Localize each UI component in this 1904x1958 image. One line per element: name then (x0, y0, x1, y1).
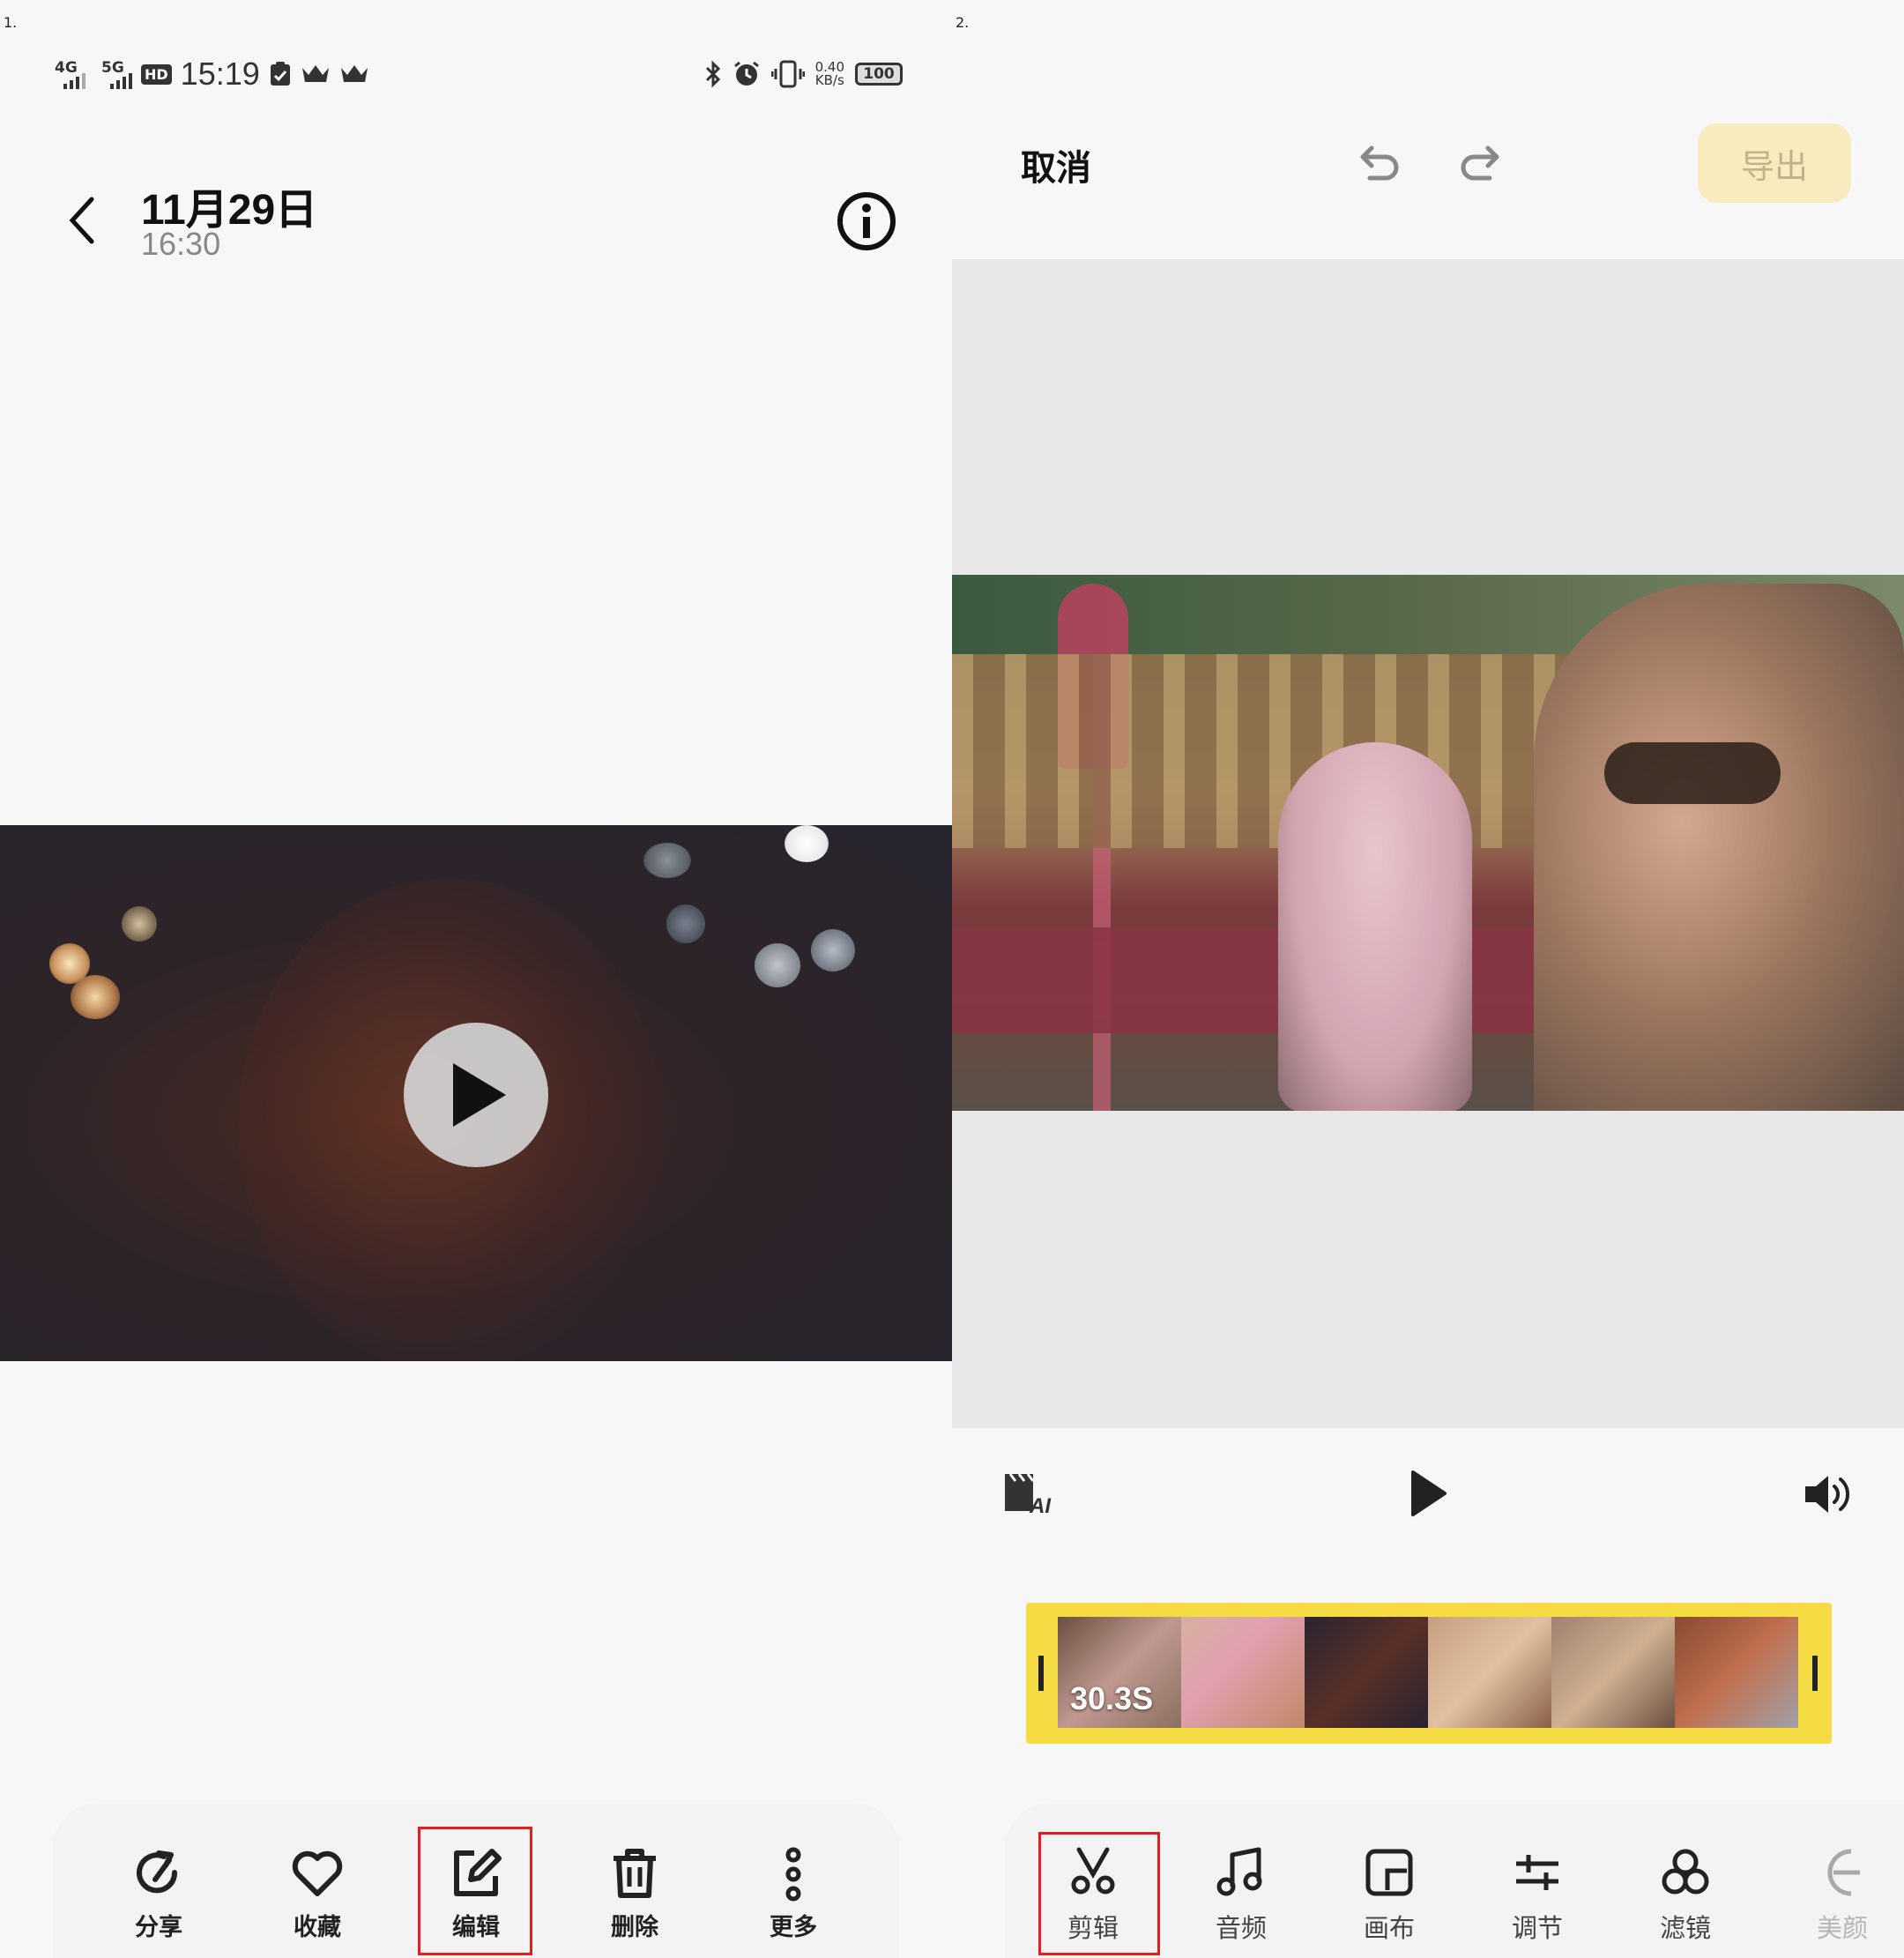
tool-adjust[interactable]: 调节 (1484, 1846, 1590, 1958)
bokeh-light (755, 943, 800, 987)
share-icon (137, 1850, 178, 1894)
redo-button[interactable] (1458, 138, 1507, 187)
tool-label: 调节 (1511, 1913, 1563, 1943)
timeline-frame (1675, 1617, 1798, 1728)
video-preview[interactable] (952, 575, 1904, 1111)
timeline-frame (1428, 1617, 1551, 1728)
play-button[interactable] (404, 1023, 548, 1167)
favorite-button[interactable]: 收藏 (261, 1846, 374, 1958)
back-button[interactable] (55, 185, 108, 256)
timeline-frame (1551, 1617, 1675, 1728)
status-right: 0.40 KB/s 100 (704, 49, 903, 99)
share-button[interactable]: 分享 (102, 1846, 215, 1958)
status-left: 4G 5G HD 15:19 (55, 49, 369, 99)
volume-button[interactable] (1802, 1470, 1853, 1518)
undo-button[interactable] (1352, 138, 1402, 187)
ai-clapper-icon: AI (1005, 1473, 1052, 1518)
play-button[interactable] (1406, 1469, 1450, 1518)
hd-voice-icon: HD (141, 63, 172, 85)
beauty-icon (1827, 1849, 1860, 1896)
crown-icon (340, 65, 368, 82)
bluetooth-icon (705, 60, 720, 88)
step-number: 1. (4, 14, 18, 31)
crown-icon (301, 65, 329, 82)
tool-label: 画布 (1363, 1913, 1415, 1943)
info-button[interactable] (836, 190, 897, 252)
trim-handle-left[interactable] (1038, 1656, 1044, 1691)
toolbar-label: 删除 (611, 1914, 658, 1941)
bokeh-light (71, 975, 120, 1019)
more-button[interactable]: 更多 (737, 1846, 850, 1958)
timeline-frames (1058, 1617, 1798, 1728)
more-icon (785, 1847, 801, 1902)
bokeh-light (643, 843, 691, 878)
battery-icon: 100 (855, 63, 903, 86)
gallery-screen: 1. 4G 5G HD 15:19 0.40 KB/s 100 11月29日 1… (0, 0, 952, 1958)
screenshot-root: 1. 4G 5G HD 15:19 0.40 KB/s 100 11月29日 1… (0, 0, 1904, 1958)
tool-beauty[interactable]: 美颜 (1781, 1846, 1904, 1958)
toolbar-label: 收藏 (294, 1914, 341, 1941)
music-icon (1216, 1847, 1262, 1896)
clipboard-check-icon (270, 62, 290, 86)
svg-text:AI: AI (1029, 1494, 1052, 1516)
sliders-icon (1516, 1855, 1558, 1890)
chevron-left-icon (69, 197, 94, 244)
network-speed: 0.40 KB/s (814, 59, 844, 88)
timeline-frame (1305, 1617, 1428, 1728)
bokeh-light (811, 929, 855, 972)
play-icon (453, 1063, 506, 1127)
tool-filter[interactable]: 滤镜 (1633, 1846, 1738, 1958)
ai-clip-button[interactable]: AI (1003, 1469, 1052, 1518)
highlight-cut (1038, 1832, 1160, 1955)
tool-label: 音频 (1215, 1913, 1267, 1943)
editor-screen: 2. 取消 导出 AI 30.3S 剪辑 音频 画布 调节 滤镜 美颜 (952, 0, 1904, 1958)
toolbar-label: 分享 (135, 1914, 182, 1941)
bokeh-light (785, 825, 829, 862)
highlight-edit (418, 1827, 532, 1955)
signal-5g-icon: 5G (101, 59, 132, 89)
status-bar: 4G 5G HD 15:19 0.40 KB/s 100 (55, 49, 903, 99)
toolbar-label: 更多 (770, 1914, 817, 1941)
alarm-icon (733, 61, 759, 86)
bokeh-light (122, 906, 157, 942)
play-icon (1411, 1470, 1447, 1516)
undo-icon (1360, 145, 1399, 181)
vibrate-icon (770, 60, 805, 88)
cancel-button[interactable]: 取消 (1021, 139, 1091, 190)
clip-duration: 30.3S (1070, 1680, 1154, 1716)
delete-button[interactable]: 删除 (578, 1846, 691, 1958)
tool-canvas[interactable]: 画布 (1336, 1846, 1442, 1958)
redo-icon (1461, 145, 1499, 181)
trash-icon (614, 1849, 656, 1898)
step-number: 2. (956, 14, 970, 31)
volume-icon (1805, 1476, 1850, 1513)
heart-icon (292, 1850, 343, 1896)
export-button[interactable]: 导出 (1698, 123, 1851, 203)
tool-label: 滤镜 (1659, 1913, 1711, 1943)
tool-label: 美颜 (1816, 1913, 1868, 1943)
clip-timeline[interactable]: 30.3S (1026, 1603, 1832, 1744)
filter-icon (1662, 1849, 1709, 1895)
page-subtitle: 16:30 (141, 226, 221, 262)
canvas-icon (1365, 1849, 1413, 1896)
timeline-frame (1181, 1617, 1305, 1728)
tool-audio[interactable]: 音频 (1188, 1846, 1294, 1958)
bokeh-light (666, 905, 705, 943)
info-circle-icon (837, 192, 896, 250)
signal-4g-icon: 4G (55, 59, 86, 89)
status-time: 15:19 (180, 56, 260, 92)
trim-handle-right[interactable] (1812, 1656, 1818, 1691)
